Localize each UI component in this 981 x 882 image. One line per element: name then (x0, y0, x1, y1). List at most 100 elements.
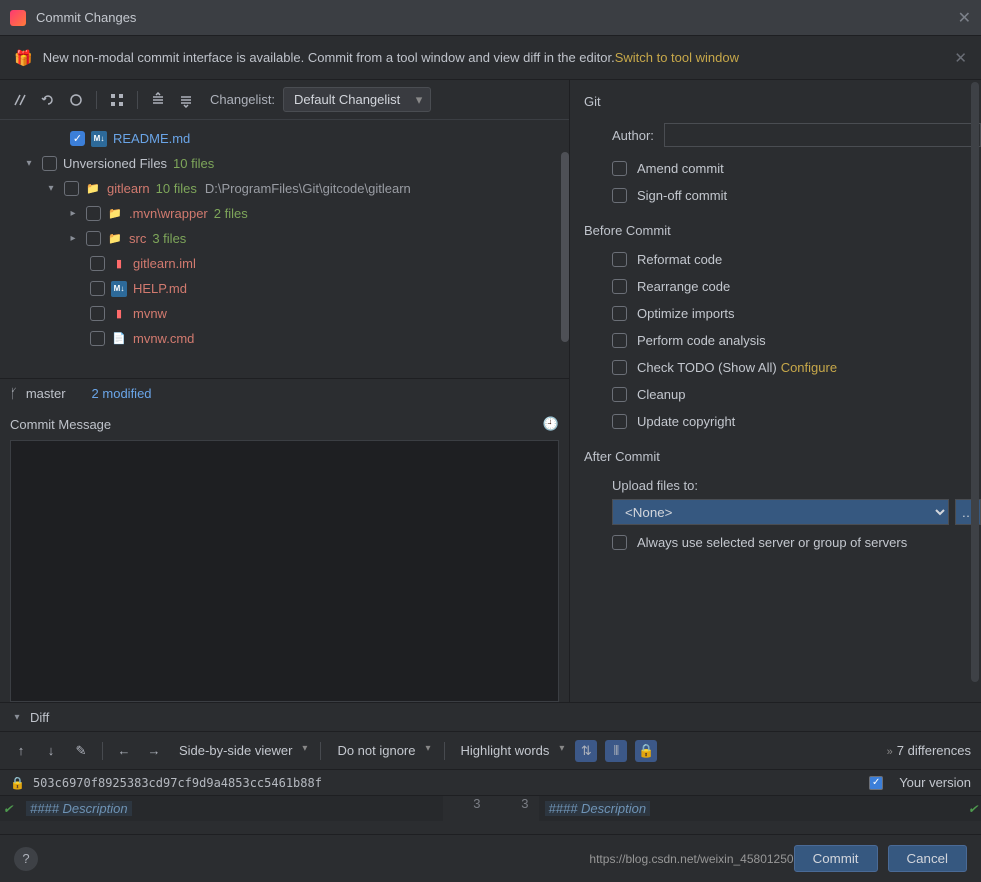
file-icon: ▮ (111, 256, 127, 272)
close-icon[interactable]: ✕ (958, 8, 971, 28)
folder-icon: 📁 (107, 206, 123, 222)
changelist-dropdown[interactable]: Default Changelist (283, 87, 431, 112)
commit-message-input[interactable] (10, 440, 559, 702)
changelist-label: Changelist: (210, 92, 275, 107)
refresh-icon[interactable] (66, 90, 86, 110)
collapse-unchanged-icon[interactable]: ⇅ (575, 740, 597, 762)
prev-change-icon[interactable]: ↑ (10, 740, 32, 762)
checkbox-unversioned[interactable] (42, 156, 57, 171)
collapse-all-icon[interactable] (176, 90, 196, 110)
next-change-icon[interactable]: ↓ (40, 740, 62, 762)
folder-gitlearn[interactable]: gitlearn (107, 181, 150, 196)
upload-select[interactable]: <None> (612, 499, 949, 525)
checkbox-mvnw[interactable] (90, 306, 105, 321)
line-number-right: 3 (491, 796, 539, 821)
gift-icon: 🎁 (14, 49, 33, 67)
diff-label: Diff (30, 710, 49, 725)
your-version-checkbox[interactable]: ✓ (869, 776, 883, 790)
author-label: Author: (612, 128, 654, 143)
chevron-right-icon[interactable]: ▸ (66, 208, 80, 219)
ignore-dropdown[interactable]: Do not ignore (331, 740, 433, 761)
file-iml[interactable]: gitlearn.iml (133, 256, 196, 271)
right-scrollbar[interactable] (971, 82, 979, 682)
checkbox-src[interactable] (86, 231, 101, 246)
differences-count[interactable]: »7 differences (887, 743, 971, 758)
src-count: 3 files (152, 231, 186, 246)
your-version-label: Your version (899, 775, 971, 790)
banner-dismiss-icon[interactable]: ✕ (954, 49, 967, 67)
checkbox-readme[interactable]: ✓ (70, 131, 85, 146)
show-diff-icon[interactable] (10, 90, 30, 110)
checkbox-help[interactable] (90, 281, 105, 296)
viewer-mode-dropdown[interactable]: Side-by-side viewer (173, 740, 310, 761)
file-mvnw[interactable]: mvnw (133, 306, 167, 321)
chevron-down-icon: ▾ (10, 712, 24, 723)
markdown-icon: M↓ (91, 131, 107, 147)
chevron-down-icon[interactable]: ▾ (22, 158, 36, 169)
expand-all-icon[interactable] (148, 90, 168, 110)
gitlearn-count: 10 files (156, 181, 197, 196)
commit-hash: 503c6970f8925383cd97cf9d9a4853cc5461b88f (33, 776, 322, 790)
file-help[interactable]: HELP.md (133, 281, 187, 296)
folder-mvn[interactable]: .mvn\wrapper (129, 206, 208, 221)
rearrange-checkbox[interactable] (612, 279, 627, 294)
amend-label: Amend commit (637, 161, 724, 176)
git-section: Git (584, 94, 981, 109)
checkbox-gitlearn[interactable] (64, 181, 79, 196)
app-icon (10, 10, 26, 26)
reformat-checkbox[interactable] (612, 252, 627, 267)
checkbox-iml[interactable] (90, 256, 105, 271)
analysis-checkbox[interactable] (612, 333, 627, 348)
watermark: https://blog.csdn.net/weixin_45801250 (589, 852, 793, 866)
optimize-checkbox[interactable] (612, 306, 627, 321)
revert-icon[interactable] (38, 90, 58, 110)
nav-forward-icon[interactable]: → (143, 740, 165, 762)
sync-scroll-icon[interactable]: ⫴ (605, 740, 627, 762)
folder-src[interactable]: src (129, 231, 146, 246)
file-mvnwcmd[interactable]: mvnw.cmd (133, 331, 194, 346)
nav-back-icon[interactable]: ← (113, 740, 135, 762)
edit-icon[interactable]: ✎ (70, 740, 92, 762)
branch-name[interactable]: master (26, 386, 66, 401)
signoff-label: Sign-off commit (637, 188, 727, 203)
after-commit-section: After Commit (584, 449, 981, 464)
copyright-checkbox[interactable] (612, 414, 627, 429)
window-title: Commit Changes (36, 10, 136, 25)
signoff-checkbox[interactable] (612, 188, 627, 203)
switch-tool-window-link[interactable]: Switch to tool window (615, 50, 739, 65)
file-icon: 📄 (111, 331, 127, 347)
todo-checkbox[interactable] (612, 360, 627, 375)
history-icon[interactable]: 🕘 (543, 416, 559, 432)
diff-section-toggle[interactable]: ▾ Diff (0, 703, 981, 731)
modified-count[interactable]: 2 modified (92, 386, 152, 401)
upload-label: Upload files to: (612, 478, 981, 493)
markdown-icon: M↓ (111, 281, 127, 297)
group-by-icon[interactable] (107, 90, 127, 110)
cancel-button[interactable]: Cancel (888, 845, 968, 872)
file-readme[interactable]: README.md (113, 131, 190, 146)
checkbox-mvn[interactable] (86, 206, 101, 221)
highlight-dropdown[interactable]: Highlight words (455, 740, 568, 761)
lock-icon[interactable]: 🔒 (635, 740, 657, 762)
tree-scrollbar[interactable] (561, 152, 569, 342)
unversioned-files[interactable]: Unversioned Files (63, 156, 167, 171)
always-server-checkbox[interactable] (612, 535, 627, 550)
unversioned-count: 10 files (173, 156, 214, 171)
banner-message: New non-modal commit interface is availa… (43, 50, 615, 65)
chevron-right-icon[interactable]: ▸ (66, 233, 80, 244)
help-icon[interactable]: ? (14, 847, 38, 871)
changes-tree[interactable]: ✓M↓README.md ▾Unversioned Files10 files … (0, 120, 569, 378)
commit-button[interactable]: Commit (794, 845, 878, 872)
diff-pane-right[interactable]: #### Description ✔ (539, 796, 981, 821)
author-input[interactable] (664, 123, 981, 147)
commit-message-label: Commit Message (10, 417, 111, 432)
cleanup-checkbox[interactable] (612, 387, 627, 402)
amend-checkbox[interactable] (612, 161, 627, 176)
chevron-down-icon[interactable]: ▾ (44, 183, 58, 194)
checkbox-mvnwcmd[interactable] (90, 331, 105, 346)
configure-link[interactable]: Configure (781, 360, 837, 375)
gitlearn-path: D:\ProgramFiles\Git\gitcode\gitlearn (205, 181, 411, 196)
folder-icon: 📁 (107, 231, 123, 247)
diff-pane-left[interactable]: ✔ #### Description (0, 796, 443, 821)
ok-marker-icon: ✔ (3, 802, 13, 816)
